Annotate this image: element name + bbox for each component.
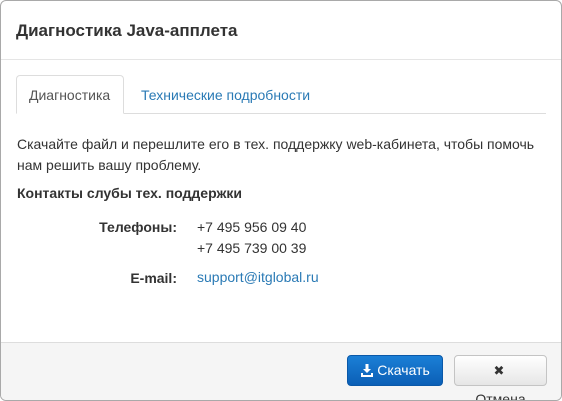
intro-text: Скачайте файл и перешлите его в тех. под… — [17, 136, 535, 173]
diagnostics-modal: Диагностика Java-апплета Диагностика Тех… — [0, 0, 562, 401]
tab-diagnostics[interactable]: Диагностика — [16, 75, 124, 114]
modal-header: Диагностика Java-апплета — [1, 1, 561, 60]
download-label: Скачать — [377, 362, 430, 378]
cancel-label: Отмена — [475, 391, 526, 401]
close-icon: ✖ — [493, 363, 505, 378]
contacts-heading: Контакты слубы тех. поддержки — [17, 185, 242, 201]
download-button[interactable]: Скачать — [347, 355, 443, 386]
phone-number: +7 495 739 00 39 — [197, 240, 307, 256]
phones-label: Телефоны: — [99, 219, 177, 235]
modal-footer: Скачать ✖ Отмена — [1, 342, 561, 400]
phones-list: +7 495 956 09 40 +7 495 739 00 39 — [197, 217, 306, 259]
tab-bar: Диагностика Технические подробности — [16, 75, 546, 114]
modal-title: Диагностика Java-апплета — [16, 21, 238, 40]
download-icon — [360, 356, 374, 385]
email-link[interactable]: support@itglobal.ru — [197, 267, 319, 288]
phone-number: +7 495 956 09 40 — [197, 219, 307, 235]
cancel-button[interactable]: ✖ Отмена — [454, 355, 547, 400]
tab-technical-details[interactable]: Технические подробности — [128, 75, 323, 113]
email-label: E-mail: — [130, 270, 177, 286]
